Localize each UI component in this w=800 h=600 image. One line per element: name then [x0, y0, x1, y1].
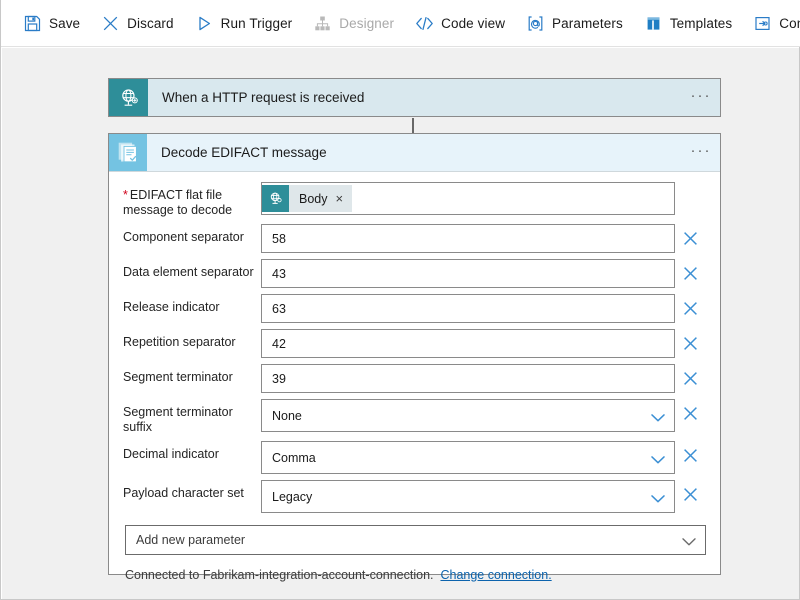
toolbar-button-discard[interactable]: Discard	[101, 8, 174, 38]
param-select-decimal-indicator[interactable]: Comma	[261, 441, 675, 474]
toolbar-button-parameters[interactable]: Parameters	[526, 8, 623, 38]
at-sign-bracket-icon	[526, 14, 545, 33]
param-row-repetition-separator: Repetition separator 42	[123, 329, 706, 358]
toolbar-label-run-trigger: Run Trigger	[220, 15, 293, 31]
param-input-data-element-separator[interactable]: 43	[261, 259, 675, 288]
save-icon	[23, 14, 42, 33]
param-label-edifact-message: * EDIFACT flat file message to decode	[123, 182, 261, 218]
param-input-component-separator[interactable]: 58	[261, 224, 675, 253]
param-select-value-decimal-indicator: Comma	[272, 450, 316, 465]
http-globe-icon	[262, 185, 289, 212]
action-card-body: * EDIFACT flat file message to decode Bo…	[109, 172, 720, 513]
connection-footer: Connected to Fabrikam-integration-accoun…	[125, 568, 706, 582]
param-delete-release-indicator[interactable]	[675, 294, 706, 323]
param-select-value-payload-character-set: Legacy	[272, 489, 313, 504]
param-row-edifact-message: * EDIFACT flat file message to decode Bo…	[123, 182, 706, 218]
toolbar: Save Discard Run Trigger Designer Code v	[1, 0, 800, 47]
chevron-down-icon	[651, 411, 665, 421]
toolbar-button-code-view[interactable]: Code view	[415, 8, 505, 38]
param-delete-segment-terminator-suffix[interactable]	[675, 399, 706, 428]
param-row-segment-terminator: Segment terminator 39	[123, 364, 706, 393]
param-input-release-indicator[interactable]: 63	[261, 294, 675, 323]
toolbar-button-templates[interactable]: Templates	[644, 8, 732, 38]
param-input-edifact-message[interactable]: Body ×	[261, 182, 675, 215]
param-select-segment-terminator-suffix[interactable]: None	[261, 399, 675, 432]
param-delete-payload-character-set[interactable]	[675, 480, 706, 509]
param-delete-decimal-indicator[interactable]	[675, 441, 706, 470]
connectors-arrow-icon	[753, 14, 772, 33]
add-new-parameter-dropdown[interactable]: Add new parameter	[125, 525, 706, 555]
param-label-decimal-indicator: Decimal indicator	[123, 447, 219, 461]
code-brackets-icon	[415, 14, 434, 33]
connection-status-text: Connected to Fabrikam-integration-accoun…	[125, 568, 434, 582]
chevron-down-icon	[651, 453, 665, 463]
token-remove-icon[interactable]: ×	[336, 185, 353, 212]
param-label-data-element-separator: Data element separator	[123, 265, 254, 279]
param-label-segment-terminator: Segment terminator	[123, 370, 233, 384]
trigger-card-title: When a HTTP request is received	[162, 90, 365, 105]
param-label-component-separator: Component separator	[123, 230, 244, 244]
trigger-card-http-request[interactable]: When a HTTP request is received ···	[108, 78, 721, 117]
param-label-repetition-separator: Repetition separator	[123, 335, 236, 349]
param-delete-repetition-separator[interactable]	[675, 329, 706, 358]
action-card-header[interactable]: Decode EDIFACT message ···	[109, 134, 720, 172]
http-globe-icon	[109, 79, 148, 116]
param-delete-data-element-separator[interactable]	[675, 259, 706, 288]
param-row-decimal-indicator: Decimal indicator Comma	[123, 441, 706, 474]
required-asterisk: *	[123, 188, 128, 202]
token-label: Body	[299, 191, 328, 206]
toolbar-label-parameters: Parameters	[552, 15, 623, 31]
toolbar-button-connectors[interactable]: Connectors	[753, 8, 800, 38]
toolbar-label-save: Save	[49, 15, 81, 31]
toolbar-button-designer[interactable]: Designer	[313, 8, 394, 38]
action-card-menu-button[interactable]: ···	[682, 134, 720, 171]
action-card-title: Decode EDIFACT message	[161, 145, 327, 160]
param-input-segment-terminator[interactable]: 39	[261, 364, 675, 393]
designer-hierarchy-icon	[313, 14, 332, 33]
param-delete-component-separator[interactable]	[675, 224, 706, 253]
change-connection-link[interactable]: Change connection.	[440, 568, 551, 582]
param-row-payload-character-set: Payload character set Legacy	[123, 480, 706, 513]
toolbar-label-code-view: Code view	[441, 15, 506, 31]
param-select-value-segment-terminator-suffix: None	[272, 408, 302, 423]
toolbar-label-connectors: Connectors	[779, 15, 800, 31]
param-row-segment-terminator-suffix: Segment terminator suffix None	[123, 399, 706, 435]
toolbar-button-save[interactable]: Save	[23, 8, 80, 38]
param-row-data-element-separator: Data element separator 43	[123, 259, 706, 288]
add-new-parameter-label: Add new parameter	[136, 533, 246, 547]
play-triangle-icon	[195, 14, 214, 33]
param-row-component-separator: Component separator 58	[123, 224, 706, 253]
param-select-payload-character-set[interactable]: Legacy	[261, 480, 675, 513]
designer-canvas: When a HTTP request is received ··· Deco…	[2, 48, 799, 599]
param-input-repetition-separator[interactable]: 42	[261, 329, 675, 358]
toolbar-label-discard: Discard	[127, 15, 174, 31]
chevron-down-icon	[682, 536, 696, 546]
chevron-down-icon	[651, 492, 665, 502]
toolbar-button-run-trigger[interactable]: Run Trigger	[195, 8, 293, 38]
action-card-decode-edifact: Decode EDIFACT message ··· * EDIFACT flat…	[108, 133, 721, 582]
dynamic-content-token-body[interactable]: Body ×	[262, 185, 353, 212]
discard-x-icon	[101, 14, 120, 33]
logic-app-designer: Save Discard Run Trigger Designer Code v	[0, 0, 800, 600]
param-label-segment-terminator-suffix: Segment terminator suffix	[123, 405, 233, 434]
trigger-card-menu-button[interactable]: ···	[682, 79, 720, 116]
param-label-text: EDIFACT flat file message to decode	[123, 188, 233, 217]
toolbar-label-templates: Templates	[669, 15, 733, 31]
toolbar-label-designer: Designer	[339, 15, 395, 31]
templates-grid-icon	[644, 14, 663, 33]
param-delete-segment-terminator[interactable]	[675, 364, 706, 393]
param-row-release-indicator: Release indicator 63	[123, 294, 706, 323]
edifact-document-icon	[109, 134, 147, 171]
param-label-release-indicator: Release indicator	[123, 300, 220, 314]
param-label-payload-character-set: Payload character set	[123, 486, 244, 500]
